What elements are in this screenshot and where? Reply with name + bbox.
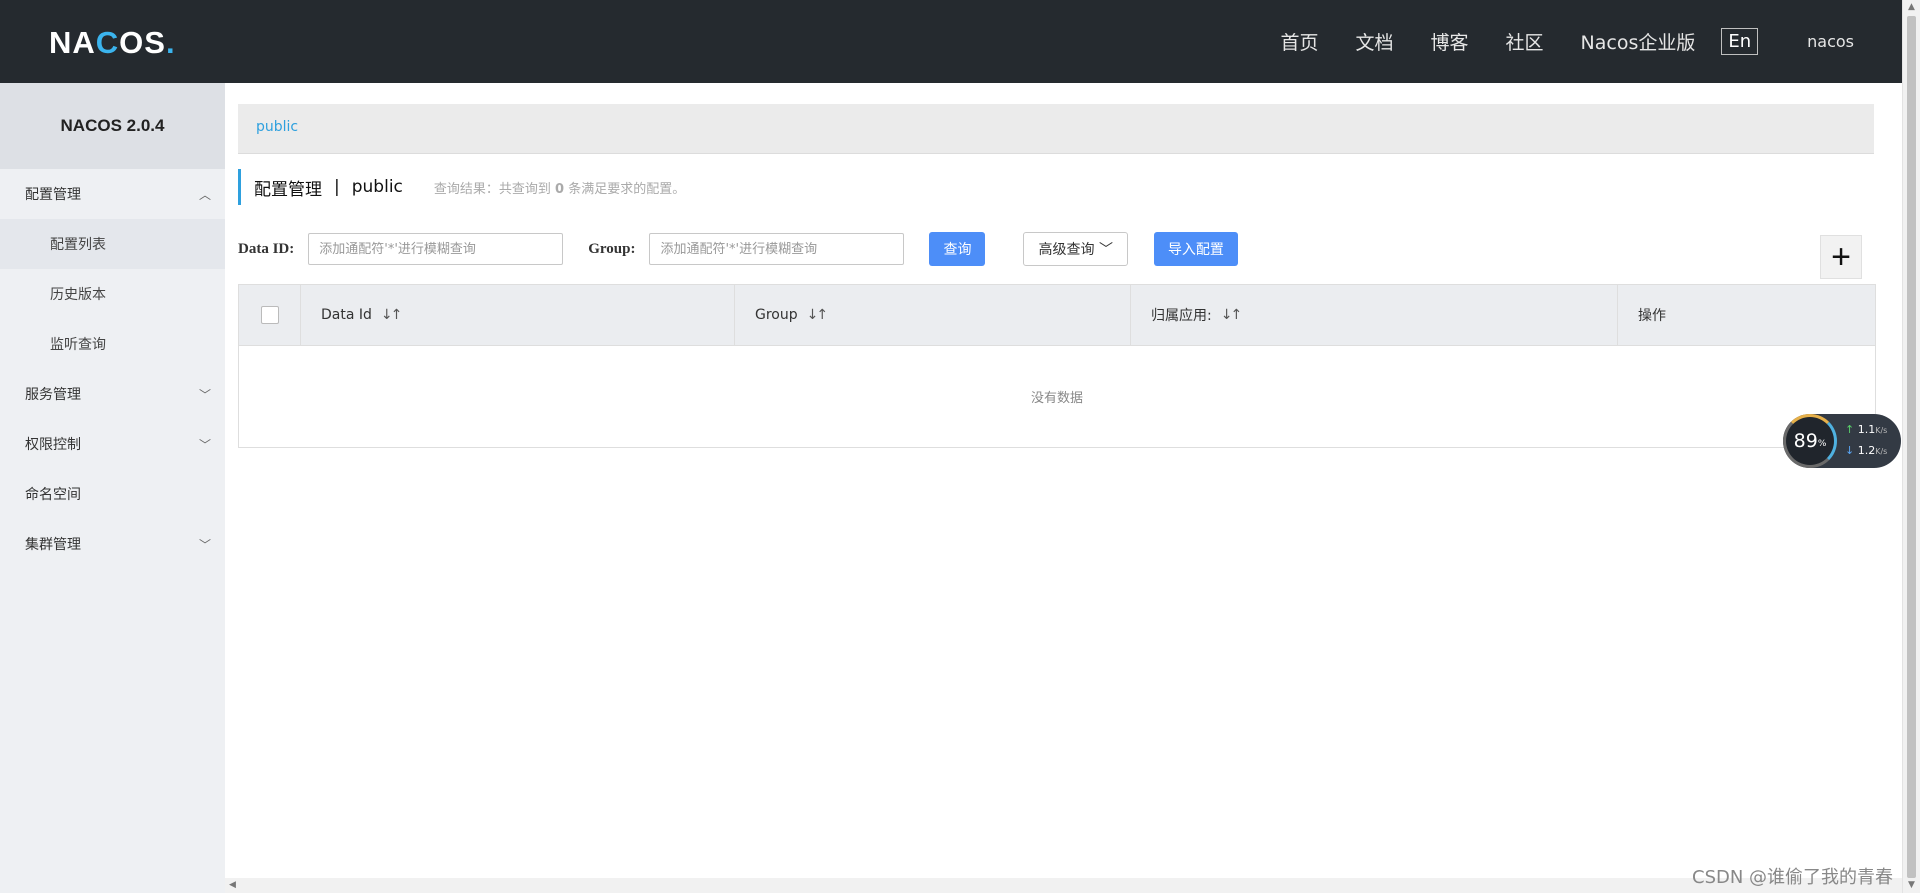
sidebar-item-label: 服务管理: [25, 387, 81, 403]
sidebar-item-label: 权限控制: [25, 437, 81, 453]
empty-state: 没有数据: [1030, 391, 1083, 406]
query-result-text: 查询结果：共查询到 0 条满足要求的配置。: [433, 181, 686, 197]
column-header-actions: 操作: [1638, 308, 1666, 324]
sidebar-item-label: 监听查询: [50, 337, 106, 353]
add-config-button[interactable]: +: [1820, 235, 1862, 279]
nav-home[interactable]: 首页: [1280, 28, 1318, 55]
chevron-down-icon: ﹀: [1098, 242, 1113, 258]
select-all-cell: [239, 285, 301, 345]
speed-rates: ↑ 1.1K/s ↓ 1.2K/s: [1845, 423, 1888, 457]
chevron-down-icon: ﹀: [198, 387, 211, 402]
vertical-scrollbar[interactable]: ▲ ▼: [1902, 0, 1920, 893]
nav-docs[interactable]: 文档: [1355, 28, 1393, 55]
sidebar-item-listener-query[interactable]: 监听查询: [0, 319, 225, 369]
sidebar-item-label: 配置管理: [25, 187, 81, 203]
table-header: Data Id ↓↑ Group ↓↑ 归属应用: ↓↑ 操作: [239, 285, 1875, 346]
main-content: public 配置管理 | public 查询结果：共查询到 0 条满足要求的配…: [225, 83, 1886, 878]
query-button[interactable]: 查询: [929, 232, 986, 266]
scroll-down-arrow-icon[interactable]: ▼: [1908, 880, 1915, 890]
current-namespace: public: [351, 177, 403, 197]
namespace-link-public[interactable]: public: [256, 119, 298, 135]
user-name[interactable]: nacos: [1807, 32, 1854, 51]
nacos-logo[interactable]: NACOS.: [49, 25, 176, 61]
sidebar-item-label: 集群管理: [25, 537, 81, 553]
data-id-input[interactable]: [308, 233, 564, 265]
page-title: 配置管理: [254, 179, 322, 200]
upload-arrow-icon: ↑: [1845, 423, 1855, 436]
sidebar-item-label: 配置列表: [50, 237, 106, 253]
sidebar-item-service-management[interactable]: 服务管理 ﹀: [0, 369, 225, 419]
cpu-gauge: 89%: [1783, 414, 1837, 468]
chevron-down-icon: ﹀: [198, 537, 211, 552]
title-separator: |: [334, 177, 340, 197]
horizontal-scrollbar[interactable]: ◀: [225, 878, 1902, 893]
language-toggle-button[interactable]: En: [1721, 28, 1759, 55]
sidebar-item-access-control[interactable]: 权限控制 ﹀: [0, 419, 225, 469]
download-arrow-icon: ↓: [1845, 444, 1855, 457]
sidebar-item-namespace[interactable]: 命名空间: [0, 469, 225, 519]
config-table: Data Id ↓↑ Group ↓↑ 归属应用: ↓↑ 操作 没有数据: [238, 284, 1876, 448]
nav-blog[interactable]: 博客: [1430, 28, 1468, 55]
sort-icon[interactable]: ↓↑: [1221, 307, 1243, 323]
top-navbar: NACOS. 首页 文档 博客 社区 Nacos企业版 En nacos: [0, 0, 1902, 83]
sidebar-item-label: 历史版本: [50, 287, 106, 303]
product-version: NACOS 2.0.4: [0, 83, 225, 169]
import-config-button[interactable]: 导入配置: [1153, 232, 1238, 266]
result-count: 0: [555, 181, 565, 197]
nav-enterprise[interactable]: Nacos企业版: [1581, 28, 1696, 55]
scroll-up-arrow-icon[interactable]: ▲: [1908, 2, 1915, 12]
group-input[interactable]: [649, 233, 905, 265]
network-speed-widget[interactable]: 89% ↑ 1.1K/s ↓ 1.2K/s: [1783, 414, 1901, 468]
advanced-query-button[interactable]: 高级查询 ﹀: [1023, 232, 1128, 266]
sidebar-item-cluster-management[interactable]: 集群管理 ﹀: [0, 519, 225, 569]
sidebar-item-config-management[interactable]: 配置管理 ︿: [0, 169, 225, 219]
namespace-bar: public: [238, 104, 1874, 154]
column-header-app[interactable]: 归属应用: ↓↑: [1131, 285, 1618, 345]
sort-icon[interactable]: ↓↑: [807, 307, 829, 323]
nav-community[interactable]: 社区: [1506, 28, 1544, 55]
column-header-data-id[interactable]: Data Id ↓↑: [301, 285, 735, 345]
scroll-left-arrow-icon[interactable]: ◀: [229, 880, 236, 890]
select-all-checkbox[interactable]: [260, 306, 279, 324]
sidebar-item-history[interactable]: 历史版本: [0, 269, 225, 319]
group-label: Group:: [588, 240, 636, 257]
sidebar: NACOS 2.0.4 配置管理 ︿ 配置列表 历史版本 监听查询 服务管理 ﹀…: [0, 83, 225, 893]
top-nav: 首页 文档 博客 社区 Nacos企业版 En nacos: [1280, 0, 1902, 83]
data-id-label: Data ID:: [238, 240, 295, 257]
scrollbar-thumb[interactable]: [1907, 16, 1916, 878]
column-header-group[interactable]: Group ↓↑: [735, 285, 1131, 345]
sidebar-item-config-list[interactable]: 配置列表: [0, 219, 225, 269]
csdn-watermark: CSDN @谁偷了我的青春: [1692, 867, 1894, 888]
sort-icon[interactable]: ↓↑: [381, 307, 403, 323]
chevron-up-icon: ︿: [198, 187, 211, 202]
page-title-row: 配置管理 | public 查询结果：共查询到 0 条满足要求的配置。: [238, 169, 685, 205]
sidebar-item-label: 命名空间: [25, 487, 81, 503]
search-form: Data ID: Group: 查询 高级查询 ﹀ 导入配置: [238, 231, 1238, 267]
chevron-down-icon: ﹀: [198, 437, 211, 452]
